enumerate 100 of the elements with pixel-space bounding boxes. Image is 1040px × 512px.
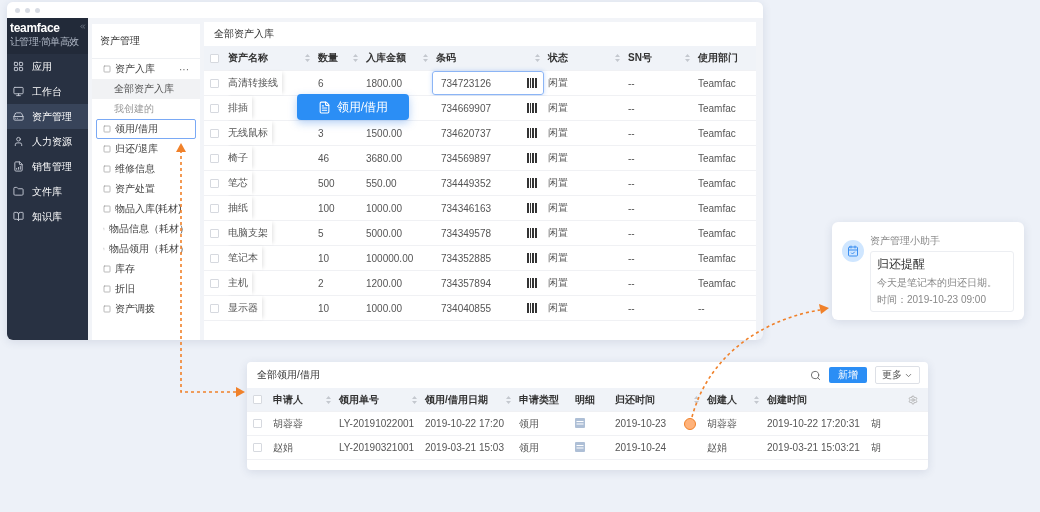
sort-icon[interactable] xyxy=(353,54,358,62)
subnav-item[interactable]: 库存 xyxy=(96,259,196,279)
table-cell: 笔芯 xyxy=(224,171,252,195)
sort-icon[interactable] xyxy=(412,395,417,404)
sidebar-item[interactable]: 人力资源 xyxy=(7,129,88,154)
checkbox[interactable] xyxy=(210,103,219,113)
table-cell-text: 2019-10-23 xyxy=(614,418,668,429)
sort-icon[interactable] xyxy=(535,54,540,62)
subnav-item[interactable]: 物品领用（耗材） xyxy=(96,239,196,259)
table-cell-text: Teamfac xyxy=(697,102,737,114)
subnav-item[interactable]: 资产处置 xyxy=(96,179,196,199)
barcode-field[interactable]: 734040855 xyxy=(432,296,544,320)
barcode-field[interactable]: 734620737 xyxy=(432,121,544,145)
column-header[interactable]: 明细 xyxy=(571,392,611,407)
barcode-field[interactable]: 734569897 xyxy=(432,146,544,170)
checkbox[interactable] xyxy=(210,278,219,288)
sort-icon[interactable] xyxy=(615,54,620,62)
checkbox[interactable] xyxy=(253,443,262,452)
table-cell-text: 6 xyxy=(317,77,325,89)
column-header[interactable]: 资产名称 xyxy=(224,51,314,65)
checkbox[interactable] xyxy=(253,419,262,428)
barcode-field[interactable]: 734357894 xyxy=(432,271,544,295)
column-header[interactable]: 条码 xyxy=(432,51,544,65)
more-button[interactable]: 更多 xyxy=(875,366,920,384)
sidebar-item[interactable]: 销售管理 xyxy=(7,154,88,179)
column-header[interactable]: 创建时间 xyxy=(763,392,867,407)
search-icon[interactable] xyxy=(810,369,821,381)
table-cell-text: 闲置 xyxy=(547,276,569,290)
table-cell-text: 闲置 xyxy=(547,251,569,265)
table-cell-text: 闲置 xyxy=(547,101,569,115)
subnav-item[interactable]: 物品入库(耗材) xyxy=(96,199,196,219)
column-header[interactable]: 申请人 xyxy=(269,392,335,407)
table-cell-text: 闲置 xyxy=(547,226,569,240)
table-cell-text: -- xyxy=(627,152,636,164)
column-header[interactable]: 领用/借用日期 xyxy=(421,392,515,407)
sort-icon[interactable] xyxy=(754,395,759,404)
barcode-field[interactable]: 734669907 xyxy=(432,96,544,120)
table-cell: 显示器 xyxy=(224,296,262,320)
subnav-item[interactable]: 归还/退库 xyxy=(96,139,196,159)
column-header[interactable]: 领用单号 xyxy=(335,392,421,407)
table-cell-text: Teamfac xyxy=(697,127,737,139)
detail-icon[interactable] xyxy=(575,417,585,428)
detail-icon[interactable] xyxy=(575,441,585,452)
barcode-field[interactable]: 734352885 xyxy=(432,246,544,270)
barcode-icon xyxy=(527,203,537,213)
barcode-field[interactable]: 734346163 xyxy=(432,196,544,220)
panel-title: 全部领用/借用 xyxy=(257,368,320,382)
subnav-child-item[interactable]: 全部资产入库 xyxy=(92,79,200,99)
checkbox[interactable] xyxy=(210,253,219,263)
barcode-field[interactable]: 734723126 xyxy=(432,71,544,95)
sort-icon[interactable] xyxy=(685,54,690,62)
subnav-item[interactable]: 领用/借用 xyxy=(96,119,196,139)
collapse-icon[interactable] xyxy=(78,21,86,32)
checkbox[interactable] xyxy=(210,128,219,138)
subnav-item[interactable]: 物品信息（耗材） xyxy=(96,219,196,239)
sort-icon[interactable] xyxy=(423,54,428,62)
sort-icon[interactable] xyxy=(694,395,699,404)
column-header[interactable]: 创建人 xyxy=(703,392,763,407)
subnav-item[interactable]: 资产调拨 xyxy=(96,299,196,319)
checkbox[interactable] xyxy=(210,203,219,213)
column-header[interactable]: 数量 xyxy=(314,51,362,65)
column-header[interactable]: SN号 xyxy=(624,51,694,65)
column-header[interactable]: 入库金额 xyxy=(362,51,432,65)
checkbox[interactable] xyxy=(210,53,219,63)
subnav-item[interactable]: 资产入库 ··· xyxy=(96,59,196,79)
checkbox[interactable] xyxy=(210,78,219,88)
sort-icon[interactable] xyxy=(506,395,511,404)
sidebar-item[interactable]: 工作台 xyxy=(7,79,88,104)
table-cell-text: 3 xyxy=(317,127,325,139)
settings-icon[interactable] xyxy=(908,394,918,405)
column-header[interactable]: 状态 xyxy=(544,51,624,65)
barcode-field[interactable]: 734449352 xyxy=(432,171,544,195)
sort-icon[interactable] xyxy=(305,54,310,62)
sort-icon[interactable] xyxy=(326,395,331,404)
checkbox[interactable] xyxy=(210,303,219,313)
table-cell-text: Teamfac xyxy=(697,202,737,214)
checkbox[interactable] xyxy=(253,395,262,404)
square-icon xyxy=(103,65,111,73)
subnav-item[interactable]: 折旧 xyxy=(96,279,196,299)
sidebar-item[interactable]: 知识库 xyxy=(7,204,88,229)
column-header[interactable]: 归还时间 xyxy=(611,392,703,407)
barcode-field[interactable]: 734349578 xyxy=(432,221,544,245)
subnav-item[interactable]: 维修信息 xyxy=(96,159,196,179)
table-title: 全部资产入库 xyxy=(213,27,275,41)
table-cell-text: -- xyxy=(627,127,636,139)
sidebar-item[interactable]: 文件库 xyxy=(7,179,88,204)
checkbox[interactable] xyxy=(210,153,219,163)
folder-icon xyxy=(13,186,24,197)
column-header[interactable]: 申请类型 xyxy=(515,392,571,407)
sidebar-item[interactable]: 资产管理 xyxy=(7,104,88,129)
barcode-icon xyxy=(527,128,537,138)
sidebar-item[interactable]: 应用 xyxy=(7,54,88,79)
table-cell-text: 领用 xyxy=(518,416,540,431)
checkbox[interactable] xyxy=(210,228,219,238)
column-header[interactable]: 使用部门 xyxy=(694,51,754,65)
table-cell-text: -- xyxy=(627,177,636,189)
checkbox[interactable] xyxy=(210,178,219,188)
square-icon xyxy=(103,145,111,153)
table-cell-text: 500 xyxy=(317,177,336,189)
table-cell-text: 5000.00 xyxy=(365,227,404,239)
